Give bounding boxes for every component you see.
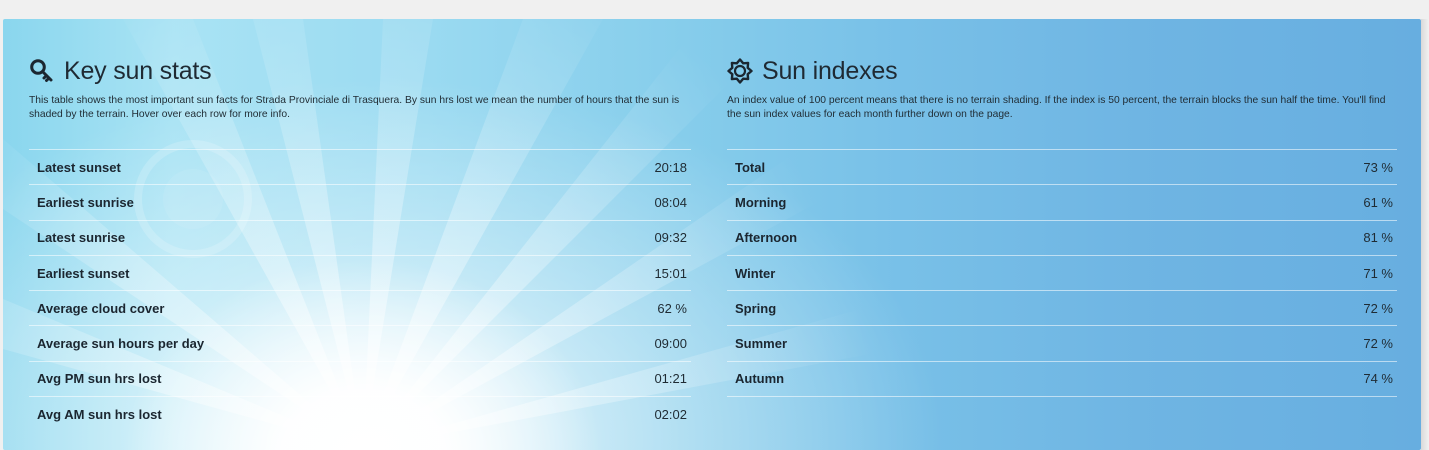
index-label: Summer bbox=[735, 336, 788, 352]
stat-row-average-sun-hours[interactable]: Average sun hours per day 09:00 bbox=[29, 326, 691, 362]
stat-row-earliest-sunset[interactable]: Earliest sunset 15:01 bbox=[29, 256, 691, 292]
stat-label: Latest sunset bbox=[37, 159, 121, 175]
key-sun-stats-title: Key sun stats bbox=[64, 56, 212, 85]
sun-indexes-description: An index value of 100 percent means that… bbox=[727, 95, 1386, 120]
index-value: 74 % bbox=[1363, 371, 1393, 387]
stat-value: 62 % bbox=[657, 300, 687, 316]
stat-value: 02:02 bbox=[654, 407, 687, 423]
sun-indexes-table: Total 73 % Morning 61 % Afternoon 81 % W… bbox=[727, 149, 1397, 398]
page-right-border bbox=[1421, 19, 1429, 450]
stat-value: 08:04 bbox=[654, 194, 687, 210]
stat-label: Avg PM sun hrs lost bbox=[37, 371, 162, 387]
key-icon bbox=[30, 59, 53, 82]
stat-row-average-cloud-cover[interactable]: Average cloud cover 62 % bbox=[29, 291, 691, 327]
index-label: Total bbox=[735, 159, 766, 175]
index-row-spring[interactable]: Spring 72 % bbox=[727, 291, 1397, 327]
stat-label: Latest sunrise bbox=[37, 230, 126, 246]
stat-label: Average sun hours per day bbox=[37, 336, 205, 352]
index-value: 61 % bbox=[1363, 194, 1393, 210]
key-sun-stats-description: This table shows the most important sun … bbox=[29, 95, 680, 120]
index-row-summer[interactable]: Summer 72 % bbox=[727, 326, 1397, 362]
stat-row-latest-sunrise[interactable]: Latest sunrise 09:32 bbox=[29, 221, 691, 256]
stat-value: 15:01 bbox=[654, 265, 687, 281]
stat-value: 20:18 bbox=[654, 159, 687, 175]
stat-label: Earliest sunset bbox=[37, 265, 130, 281]
index-row-winter[interactable]: Winter 71 % bbox=[727, 256, 1397, 292]
stat-value: 09:32 bbox=[654, 230, 687, 246]
sun-indexes-title: Sun indexes bbox=[762, 56, 898, 85]
index-label: Winter bbox=[735, 265, 776, 281]
key-sun-stats-heading: Key sun stats bbox=[29, 56, 212, 86]
index-row-morning[interactable]: Morning 61 % bbox=[727, 185, 1397, 221]
stat-value: 01:21 bbox=[654, 371, 687, 387]
stat-label: Average cloud cover bbox=[37, 300, 165, 316]
index-value: 71 % bbox=[1363, 265, 1393, 281]
index-value: 81 % bbox=[1363, 230, 1393, 246]
stat-label: Avg AM sun hrs lost bbox=[37, 407, 162, 423]
index-row-afternoon[interactable]: Afternoon 81 % bbox=[727, 221, 1397, 256]
index-value: 73 % bbox=[1363, 159, 1393, 175]
stat-row-latest-sunset[interactable]: Latest sunset 20:18 bbox=[29, 150, 691, 186]
index-label: Afternoon bbox=[735, 230, 798, 246]
index-value: 72 % bbox=[1363, 336, 1393, 352]
index-row-total[interactable]: Total 73 % bbox=[727, 150, 1397, 186]
page: Key sun stats This table shows the most … bbox=[0, 0, 1429, 450]
index-label: Autumn bbox=[735, 371, 785, 387]
stat-label: Earliest sunrise bbox=[37, 194, 134, 210]
index-row-autumn[interactable]: Autumn 74 % bbox=[727, 362, 1397, 398]
sun-stats-panel: Key sun stats This table shows the most … bbox=[3, 19, 1421, 450]
stat-value: 09:00 bbox=[654, 336, 687, 352]
stat-row-avg-pm-sun-hrs-lost[interactable]: Avg PM sun hrs lost 01:21 bbox=[29, 362, 691, 398]
stat-row-avg-am-sun-hrs-lost[interactable]: Avg AM sun hrs lost 02:02 bbox=[29, 397, 691, 432]
sun-icon bbox=[727, 58, 753, 84]
index-label: Spring bbox=[735, 300, 777, 316]
sun-indexes-heading: Sun indexes bbox=[727, 56, 898, 86]
index-label: Morning bbox=[735, 194, 787, 210]
stat-row-earliest-sunrise[interactable]: Earliest sunrise 08:04 bbox=[29, 185, 691, 221]
key-sun-stats-table: Latest sunset 20:18 Earliest sunrise 08:… bbox=[29, 149, 691, 432]
index-value: 72 % bbox=[1363, 300, 1393, 316]
